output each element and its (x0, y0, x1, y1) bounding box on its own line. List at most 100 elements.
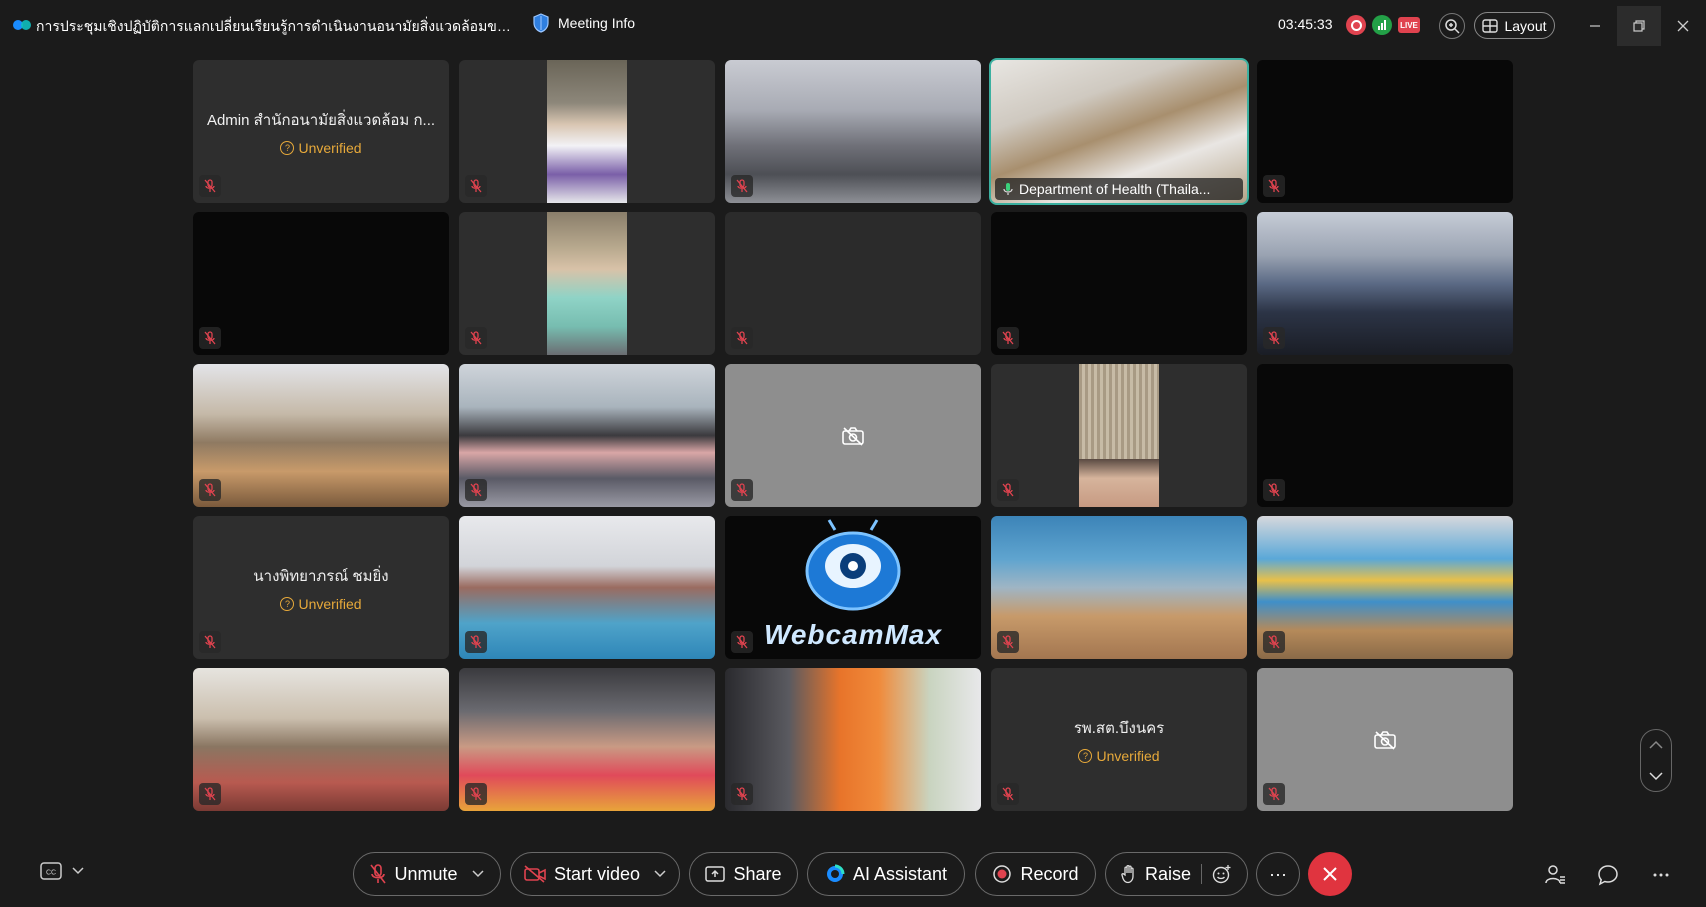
participant-name: นางพิทยาภรณ์ ชมยิ่ง (253, 567, 389, 585)
participant-video-tile[interactable] (1257, 364, 1513, 507)
chat-icon (1598, 865, 1618, 886)
chevron-down-icon[interactable] (1648, 771, 1664, 781)
more-label: ··· (1269, 863, 1287, 884)
chevron-down-icon[interactable] (654, 870, 666, 878)
participant-video-tile[interactable] (1257, 212, 1513, 355)
meeting-info-button[interactable]: Meeting Info (532, 13, 635, 33)
participant-video-tile[interactable] (991, 212, 1247, 355)
share-label: Share (733, 863, 782, 884)
muted-mic-icon (370, 864, 387, 884)
participant-tile[interactable]: รพ.สต.บึงนคร ? Unverified (991, 668, 1247, 811)
muted-mic-icon (1263, 327, 1285, 349)
muted-mic-icon (1263, 479, 1285, 501)
leave-meeting-button[interactable] (1308, 852, 1352, 896)
muted-mic-icon (997, 783, 1019, 805)
participant-video-tile[interactable] (193, 212, 449, 355)
record-button[interactable]: Record (975, 852, 1096, 896)
zoom-button[interactable] (1439, 13, 1465, 39)
share-button[interactable]: Share (689, 852, 798, 896)
layout-label: Layout (1504, 17, 1547, 34)
participant-video-tile[interactable] (725, 60, 981, 203)
ai-assistant-icon (826, 864, 845, 882)
participant-name: รพ.สต.บึงนคร (1073, 719, 1165, 737)
participant-face (1079, 459, 1159, 507)
shield-icon (533, 13, 549, 33)
grid-page-scroller (1640, 729, 1672, 792)
close-window-button[interactable] (1661, 6, 1705, 46)
meeting-title: การประชุมเชิงปฏิบัติการแลกเปลี่ยนเรียนรู… (36, 18, 516, 34)
participant-tile[interactable]: Admin สำนักอนามัยสิ่งแวดล้อม ก... ? Unve… (193, 60, 449, 203)
muted-mic-icon (199, 327, 221, 349)
participant-video-tile[interactable] (193, 668, 449, 811)
participant-video-tile[interactable] (459, 364, 715, 507)
unverified-icon: ? (280, 596, 295, 611)
ai-assistant-button[interactable]: AI Assistant (807, 852, 965, 896)
participant-video-tile[interactable] (1257, 516, 1513, 659)
participant-video (725, 60, 981, 203)
participant-video (991, 516, 1247, 659)
meeting-timer: 03:45:33 (1278, 16, 1333, 32)
participant-tile[interactable]: นางพิทยาภรณ์ ชมยิ่ง ? Unverified (193, 516, 449, 659)
muted-mic-icon (465, 327, 487, 349)
muted-mic-icon (465, 479, 487, 501)
unmute-button[interactable]: Unmute (353, 852, 501, 896)
participant-video (1257, 516, 1513, 659)
muted-mic-icon (997, 631, 1019, 653)
participant-video-tile[interactable] (193, 364, 449, 507)
participant-video-tile[interactable] (1257, 60, 1513, 203)
raise-label[interactable]: Raise (1145, 864, 1191, 885)
participant-video-tile[interactable] (459, 212, 715, 355)
signal-bars-icon (1378, 20, 1386, 30)
more-options-button[interactable]: ··· (1256, 852, 1300, 896)
start-video-button[interactable]: Start video (510, 852, 680, 896)
camera-off-icon (842, 426, 864, 446)
verification-status: ? Unverified (280, 596, 362, 612)
restore-button[interactable] (1617, 6, 1661, 46)
unverified-icon: ? (1078, 748, 1093, 763)
participants-button[interactable] (1542, 862, 1568, 888)
participant-video-tile[interactable] (991, 364, 1247, 507)
muted-mic-icon (731, 783, 753, 805)
participant-video (547, 60, 627, 203)
participant-video-tile[interactable] (459, 516, 715, 659)
mic-active-icon (1003, 183, 1013, 195)
verification-status: ? Unverified (1078, 748, 1160, 764)
participant-video (459, 516, 715, 659)
reactions-icon[interactable] (1212, 864, 1232, 884)
record-label: Record (1020, 863, 1079, 884)
camera-off-tile[interactable] (725, 364, 981, 507)
webcammax-tile[interactable]: WebcamMax (725, 516, 981, 659)
participant-video-tile[interactable] (725, 212, 981, 355)
muted-mic-icon (465, 175, 487, 197)
chat-button[interactable] (1595, 862, 1621, 888)
more-menu-button[interactable] (1648, 862, 1674, 888)
record-icon (993, 865, 1012, 883)
muted-mic-icon (731, 175, 753, 197)
layout-button[interactable]: Layout (1474, 12, 1555, 39)
unverified-icon: ? (280, 140, 295, 155)
unmute-label: Unmute (394, 863, 458, 884)
participant-video (459, 668, 715, 811)
participant-video-tile[interactable] (725, 668, 981, 811)
grid-layout-icon (1482, 18, 1499, 33)
participant-video-tile[interactable] (459, 60, 715, 203)
participant-video-tile[interactable] (991, 516, 1247, 659)
raise-hand-icon[interactable] (1121, 864, 1137, 884)
muted-mic-icon (199, 175, 221, 197)
webcam-overlay-text: WebcamMax (763, 619, 943, 650)
minimize-button[interactable] (1573, 6, 1617, 46)
verification-status-label: Unverified (298, 139, 362, 156)
active-speaker-tile[interactable]: Department of Health (Thaila... (989, 58, 1249, 205)
video-off-icon (524, 865, 546, 883)
participant-video (193, 364, 449, 507)
participant-name: Admin สำนักอนามัยสิ่งแวดล้อม ก... (206, 111, 436, 129)
muted-mic-icon (1263, 175, 1285, 197)
chevron-up-icon[interactable] (1648, 740, 1664, 750)
muted-mic-icon (731, 479, 753, 501)
participant-video-tile[interactable] (459, 668, 715, 811)
muted-mic-icon (731, 327, 753, 349)
network-signal-icon[interactable] (1372, 15, 1392, 35)
participants-icon (1545, 865, 1565, 884)
camera-off-tile[interactable] (1257, 668, 1513, 811)
chevron-down-icon[interactable] (471, 870, 484, 878)
